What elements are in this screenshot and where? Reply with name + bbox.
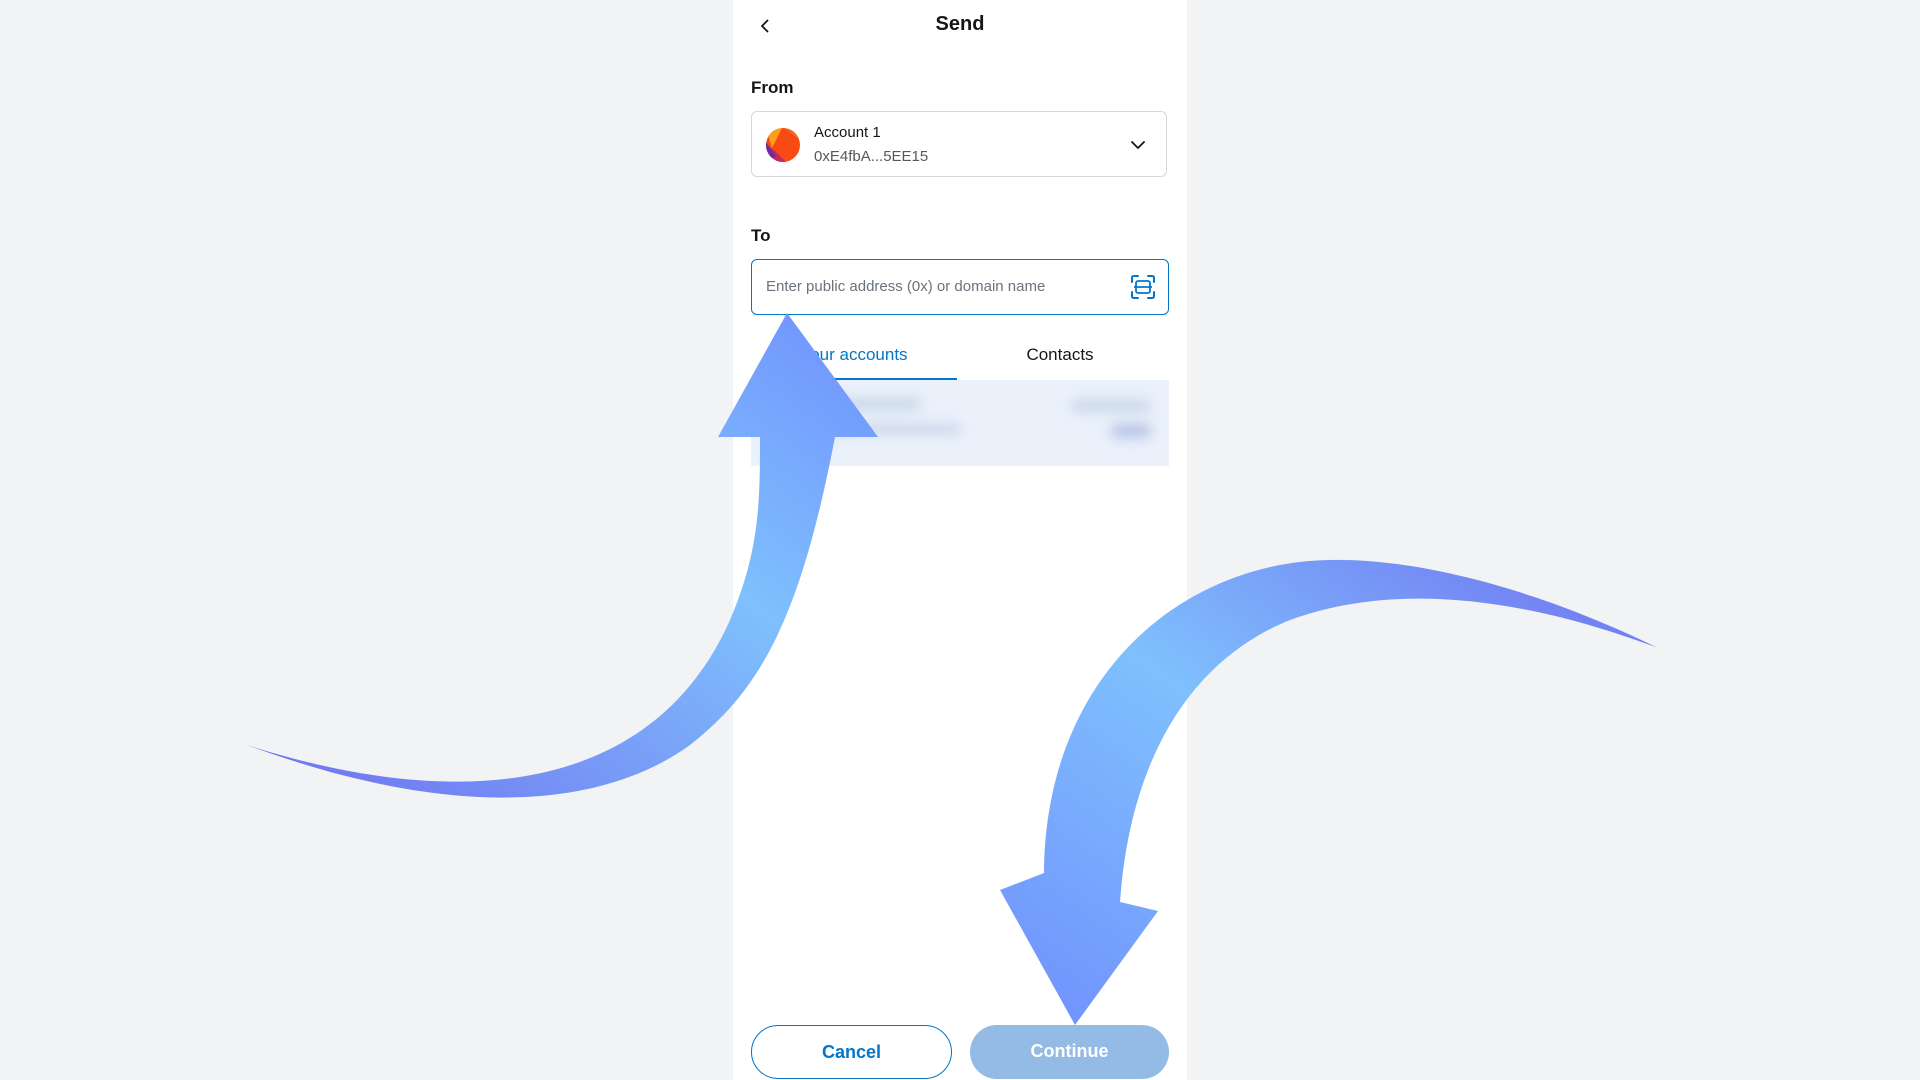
chevron-down-icon (1131, 141, 1145, 149)
avatar (766, 128, 800, 162)
from-account-selector[interactable]: Account 1 0xE4fbA...5EE15 (751, 111, 1167, 177)
recipient-address-input[interactable] (766, 260, 1106, 313)
cancel-button[interactable]: Cancel (751, 1025, 952, 1079)
header: Send (733, 0, 1187, 52)
tab-contacts[interactable]: Contacts (957, 336, 1163, 378)
qr-scan-icon[interactable] (1130, 274, 1156, 300)
recipient-tabs: Your accounts Contacts (751, 336, 1169, 380)
to-field (751, 259, 1169, 315)
account-name: Account 1 (814, 124, 881, 141)
send-screen: Send From Account 1 0xE4fbA...5EE15 To E… (733, 0, 1187, 1080)
continue-button[interactable]: Continue (970, 1025, 1169, 1079)
to-label: To (751, 226, 771, 245)
tab-your-accounts[interactable]: Your accounts (751, 336, 957, 380)
account-address: 0xE4fbA...5EE15 (814, 148, 929, 165)
account-list-item[interactable] (751, 380, 1169, 466)
page-title: Send (935, 13, 985, 35)
from-label: From (751, 78, 794, 97)
